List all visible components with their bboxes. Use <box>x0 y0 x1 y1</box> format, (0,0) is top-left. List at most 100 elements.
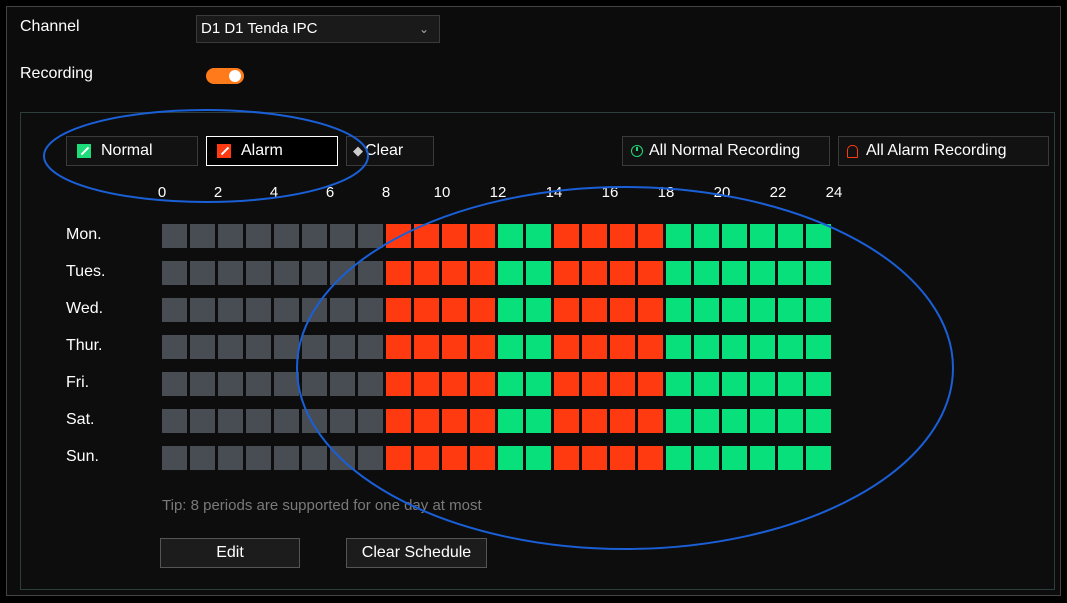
schedule-cell-normal[interactable] <box>806 409 831 433</box>
all-alarm-recording-button[interactable]: All Alarm Recording <box>838 136 1049 166</box>
schedule-cell-alarm[interactable] <box>414 261 439 285</box>
schedule-cell-off[interactable] <box>330 335 355 359</box>
schedule-cell-off[interactable] <box>330 298 355 322</box>
schedule-cell-off[interactable] <box>274 446 299 470</box>
schedule-cell-off[interactable] <box>358 446 383 470</box>
channel-select[interactable]: D1 D1 Tenda IPC ⌄ <box>196 15 440 43</box>
schedule-cell-alarm[interactable] <box>554 372 579 396</box>
schedule-cell-alarm[interactable] <box>470 335 495 359</box>
schedule-cell-alarm[interactable] <box>470 446 495 470</box>
schedule-cell-alarm[interactable] <box>414 372 439 396</box>
recording-toggle[interactable] <box>206 68 244 84</box>
schedule-cell-alarm[interactable] <box>414 446 439 470</box>
schedule-cell-alarm[interactable] <box>414 298 439 322</box>
schedule-cell-normal[interactable] <box>806 335 831 359</box>
schedule-cell-off[interactable] <box>190 298 215 322</box>
schedule-cell-off[interactable] <box>302 224 327 248</box>
schedule-cell-normal[interactable] <box>526 409 551 433</box>
schedule-cell-alarm[interactable] <box>582 446 607 470</box>
schedule-cell-alarm[interactable] <box>470 409 495 433</box>
schedule-cell-alarm[interactable] <box>610 409 635 433</box>
schedule-cell-normal[interactable] <box>498 261 523 285</box>
schedule-cell-normal[interactable] <box>778 224 803 248</box>
schedule-cell-normal[interactable] <box>694 372 719 396</box>
schedule-cell-off[interactable] <box>358 298 383 322</box>
schedule-cell-normal[interactable] <box>666 335 691 359</box>
schedule-cell-alarm[interactable] <box>582 261 607 285</box>
schedule-cell-off[interactable] <box>162 335 187 359</box>
schedule-cell-normal[interactable] <box>778 372 803 396</box>
schedule-cell-off[interactable] <box>246 224 271 248</box>
schedule-cell-off[interactable] <box>246 298 271 322</box>
schedule-cell-off[interactable] <box>302 446 327 470</box>
clear-schedule-button[interactable]: Clear Schedule <box>346 538 487 568</box>
schedule-cell-off[interactable] <box>218 446 243 470</box>
schedule-cell-alarm[interactable] <box>386 261 411 285</box>
schedule-cell-normal[interactable] <box>806 372 831 396</box>
schedule-cell-normal[interactable] <box>778 409 803 433</box>
schedule-cell-alarm[interactable] <box>638 298 663 322</box>
schedule-cell-off[interactable] <box>358 409 383 433</box>
schedule-cell-off[interactable] <box>274 224 299 248</box>
schedule-cell-normal[interactable] <box>694 298 719 322</box>
schedule-cell-off[interactable] <box>218 298 243 322</box>
schedule-cell-off[interactable] <box>190 224 215 248</box>
schedule-cell-normal[interactable] <box>526 298 551 322</box>
schedule-cell-off[interactable] <box>190 446 215 470</box>
schedule-cell-alarm[interactable] <box>638 224 663 248</box>
schedule-cell-alarm[interactable] <box>470 261 495 285</box>
schedule-cell-alarm[interactable] <box>554 261 579 285</box>
schedule-cell-normal[interactable] <box>498 224 523 248</box>
schedule-cell-normal[interactable] <box>722 335 747 359</box>
schedule-cell-alarm[interactable] <box>638 335 663 359</box>
schedule-cell-off[interactable] <box>162 446 187 470</box>
schedule-cell-off[interactable] <box>302 298 327 322</box>
schedule-cell-normal[interactable] <box>498 298 523 322</box>
schedule-cell-off[interactable] <box>358 372 383 396</box>
schedule-cell-off[interactable] <box>330 261 355 285</box>
schedule-cell-off[interactable] <box>330 224 355 248</box>
schedule-cell-normal[interactable] <box>526 446 551 470</box>
schedule-cell-alarm[interactable] <box>638 261 663 285</box>
schedule-cell-off[interactable] <box>218 372 243 396</box>
schedule-cell-normal[interactable] <box>806 261 831 285</box>
schedule-cell-normal[interactable] <box>666 409 691 433</box>
schedule-cell-alarm[interactable] <box>386 409 411 433</box>
schedule-cell-normal[interactable] <box>750 409 775 433</box>
schedule-cell-off[interactable] <box>190 409 215 433</box>
schedule-cell-normal[interactable] <box>666 261 691 285</box>
normal-mode-button[interactable]: Normal <box>66 136 198 166</box>
schedule-cell-off[interactable] <box>358 224 383 248</box>
schedule-cell-normal[interactable] <box>750 261 775 285</box>
schedule-cell-alarm[interactable] <box>386 224 411 248</box>
schedule-cell-off[interactable] <box>330 372 355 396</box>
schedule-cell-normal[interactable] <box>526 261 551 285</box>
schedule-cell-normal[interactable] <box>526 224 551 248</box>
schedule-cell-alarm[interactable] <box>414 409 439 433</box>
schedule-cell-off[interactable] <box>218 409 243 433</box>
schedule-cell-normal[interactable] <box>694 224 719 248</box>
schedule-cell-alarm[interactable] <box>554 409 579 433</box>
schedule-cell-normal[interactable] <box>498 372 523 396</box>
schedule-cell-alarm[interactable] <box>582 409 607 433</box>
schedule-cell-alarm[interactable] <box>442 446 467 470</box>
alarm-mode-button[interactable]: Alarm <box>206 136 338 166</box>
schedule-cell-normal[interactable] <box>498 335 523 359</box>
schedule-cell-off[interactable] <box>274 261 299 285</box>
schedule-cell-alarm[interactable] <box>386 298 411 322</box>
schedule-cell-alarm[interactable] <box>610 298 635 322</box>
schedule-cell-normal[interactable] <box>722 372 747 396</box>
schedule-cell-normal[interactable] <box>722 224 747 248</box>
schedule-cell-off[interactable] <box>162 261 187 285</box>
schedule-cell-normal[interactable] <box>722 261 747 285</box>
schedule-cell-off[interactable] <box>190 372 215 396</box>
schedule-cell-normal[interactable] <box>778 298 803 322</box>
schedule-cell-alarm[interactable] <box>610 446 635 470</box>
schedule-cell-alarm[interactable] <box>442 409 467 433</box>
schedule-cell-off[interactable] <box>274 298 299 322</box>
schedule-cell-alarm[interactable] <box>554 224 579 248</box>
schedule-cell-alarm[interactable] <box>386 446 411 470</box>
schedule-cell-off[interactable] <box>358 335 383 359</box>
schedule-cell-off[interactable] <box>246 372 271 396</box>
schedule-cell-alarm[interactable] <box>554 335 579 359</box>
